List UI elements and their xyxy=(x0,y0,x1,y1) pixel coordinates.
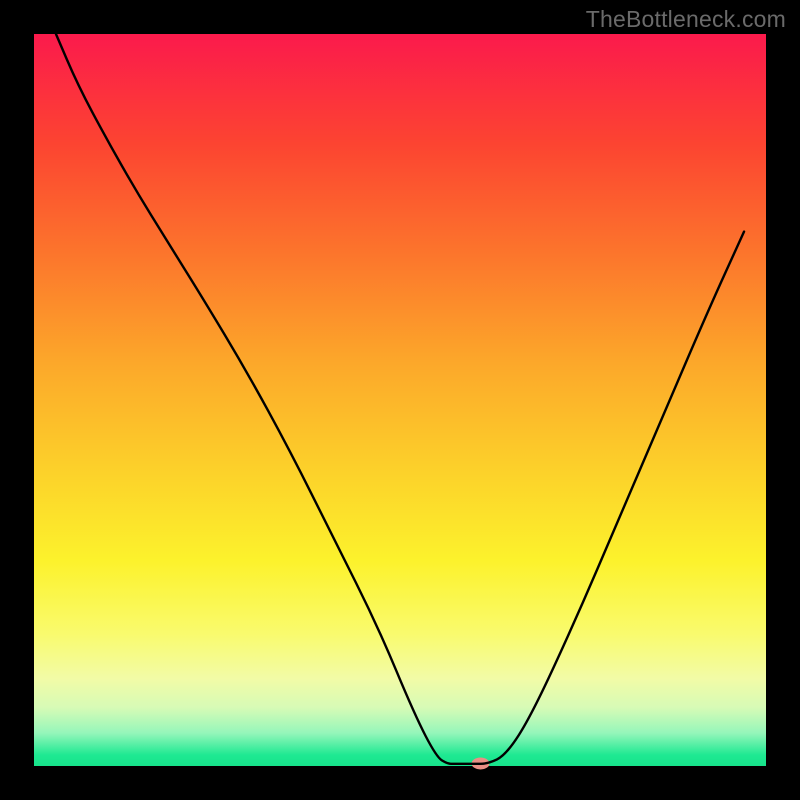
plot-area xyxy=(34,34,766,766)
watermark-text: TheBottleneck.com xyxy=(586,6,786,33)
chart-svg xyxy=(0,0,800,800)
chart-container: TheBottleneck.com xyxy=(0,0,800,800)
